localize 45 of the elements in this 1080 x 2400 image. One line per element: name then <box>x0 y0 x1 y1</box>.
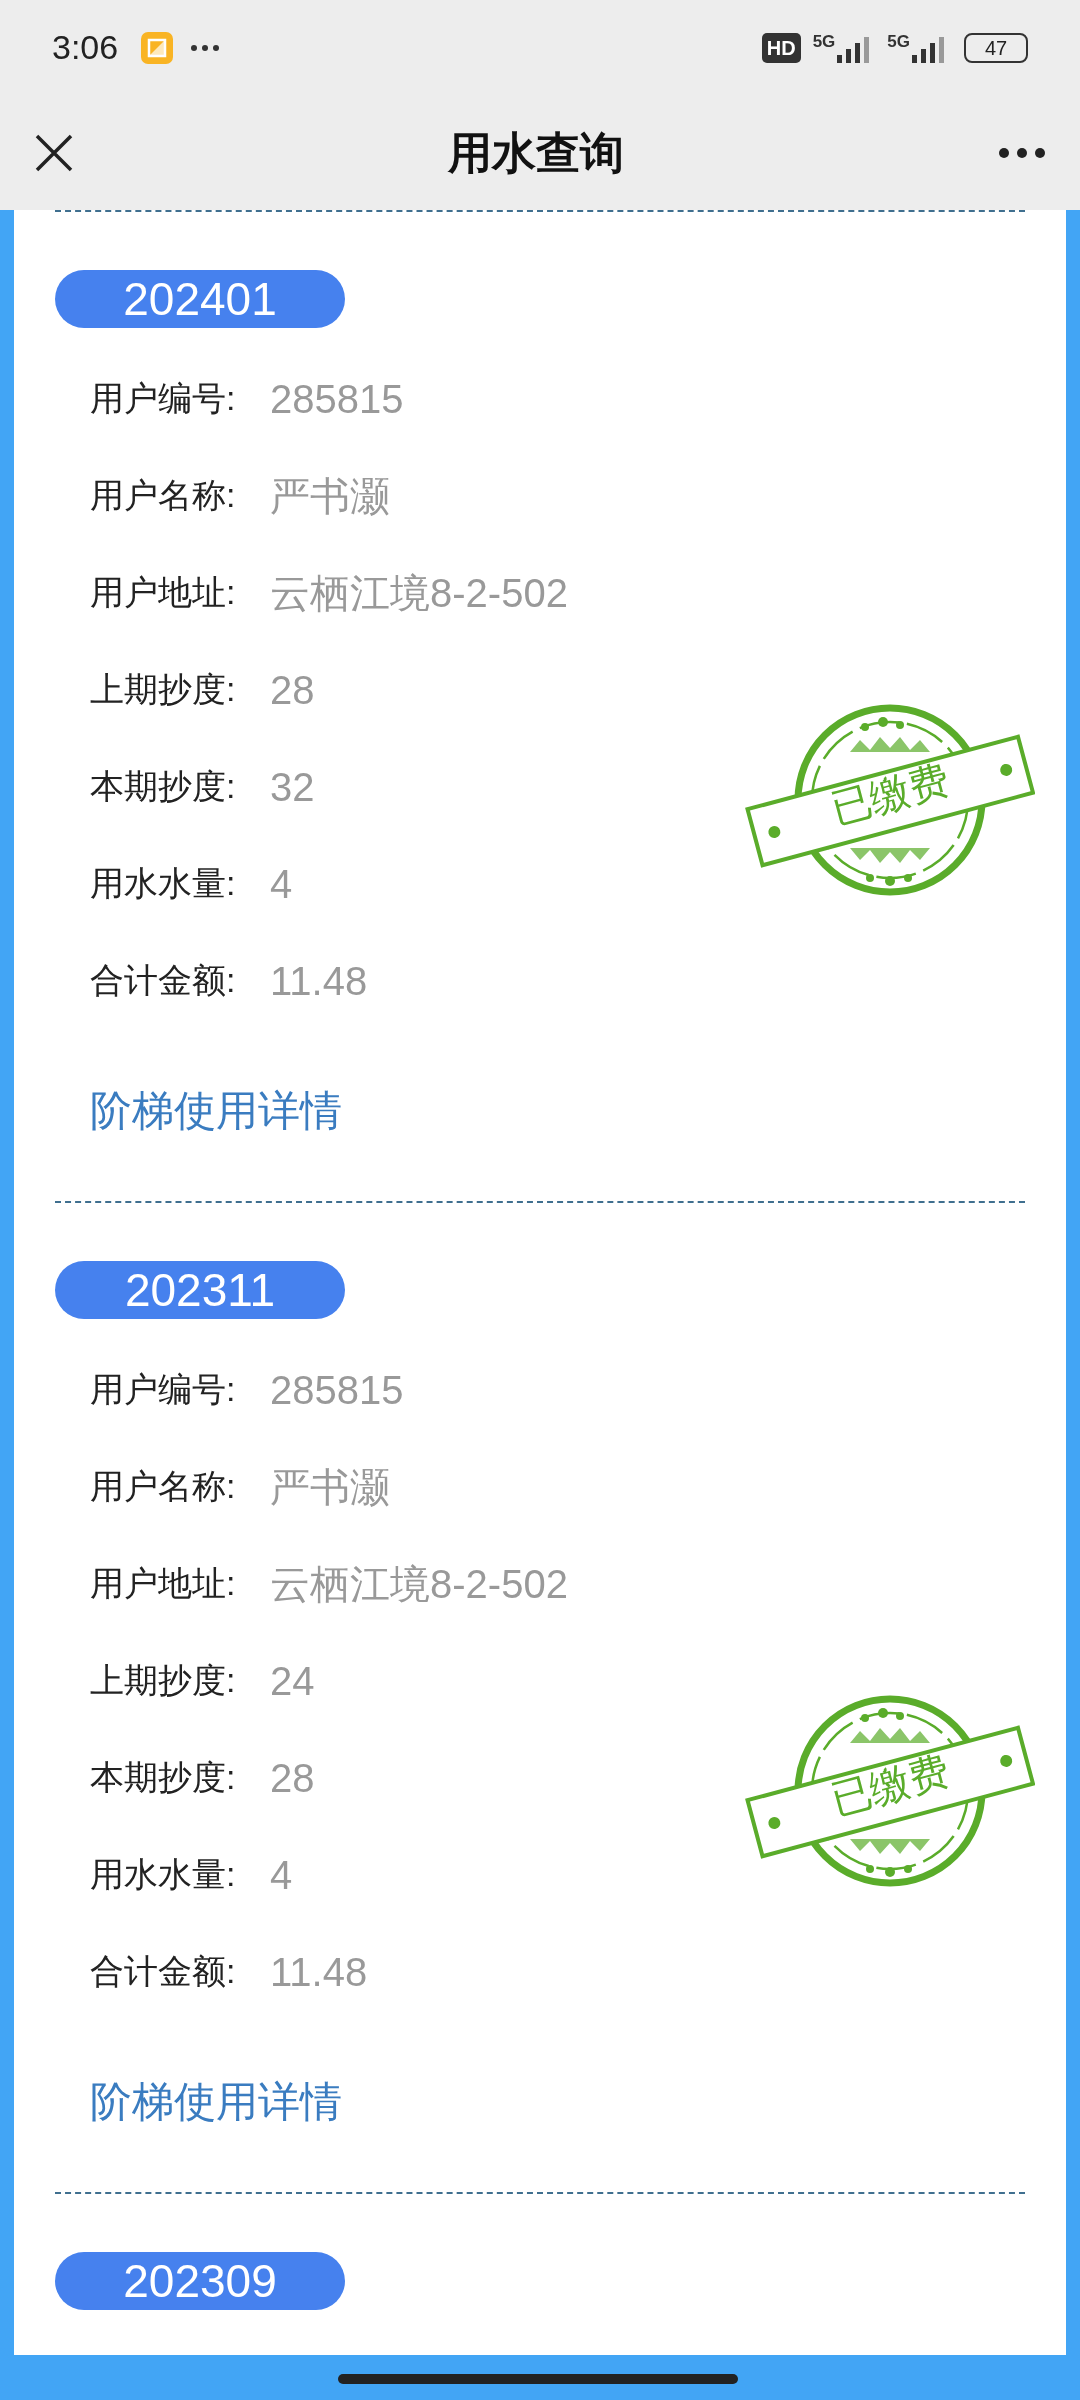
stamp-text: 已缴费 <box>826 759 954 829</box>
period-badge: 202309 <box>55 2252 345 2310</box>
field-value: 严书灏 <box>270 1463 390 1511</box>
app-notification-icon <box>140 30 175 65</box>
field-value: 32 <box>270 763 315 811</box>
field-label: 用户地址: <box>90 1563 237 1604</box>
field-label: 用水水量: <box>90 1854 237 1895</box>
field-label: 本期抄度: <box>90 766 237 807</box>
field-label: 上期抄度: <box>90 1660 237 1701</box>
field-label: 用户编号: <box>90 378 237 419</box>
page-title: 用水查询 <box>448 126 624 179</box>
field-value: 云栖江境8-2-502 <box>270 569 568 617</box>
field-value: 严书灏 <box>270 472 390 520</box>
field-label: 用水水量: <box>90 863 237 904</box>
field-label: 用户编号: <box>90 1369 237 1410</box>
field-value: 24 <box>270 1657 315 1705</box>
field-value: 4 <box>270 1851 293 1899</box>
period-badge: 202401 <box>55 270 345 328</box>
field-label: 合计金额: <box>90 1951 237 1992</box>
field-value: 285815 <box>270 375 404 423</box>
field-value: 285815 <box>270 1366 404 1414</box>
field-label: 用户名称: <box>90 475 237 516</box>
field-value: 28 <box>270 1754 315 1802</box>
field-value: 云栖江境8-2-502 <box>270 1560 568 1608</box>
field-label: 合计金额: <box>90 960 237 1001</box>
network-type-label: 5G <box>812 32 836 50</box>
period-badge: 202311 <box>55 1261 345 1319</box>
close-icon[interactable] <box>34 132 74 173</box>
battery-indicator: 47 <box>964 32 1028 63</box>
tier-details-link[interactable]: 阶梯使用详情 <box>90 1071 342 1151</box>
field-label: 用户地址: <box>90 572 237 613</box>
network-type-label: 5G <box>887 32 910 50</box>
stamp-text: 已缴费 <box>826 1750 954 1820</box>
field-label: 本期抄度: <box>90 1757 237 1798</box>
hd-voice-badge: HD <box>761 32 801 63</box>
more-notifications-icon <box>190 43 221 52</box>
field-label: 上期抄度: <box>90 669 237 710</box>
field-value: 4 <box>270 860 293 908</box>
field-value: 11.48 <box>270 1948 368 1996</box>
more-options-icon[interactable] <box>998 146 1046 159</box>
field-label: 用户名称: <box>90 1466 237 1507</box>
status-time: 3:06 <box>52 27 119 68</box>
field-value: 11.48 <box>270 957 368 1005</box>
tier-details-link[interactable]: 阶梯使用详情 <box>90 2062 342 2142</box>
field-value: 28 <box>270 666 315 714</box>
